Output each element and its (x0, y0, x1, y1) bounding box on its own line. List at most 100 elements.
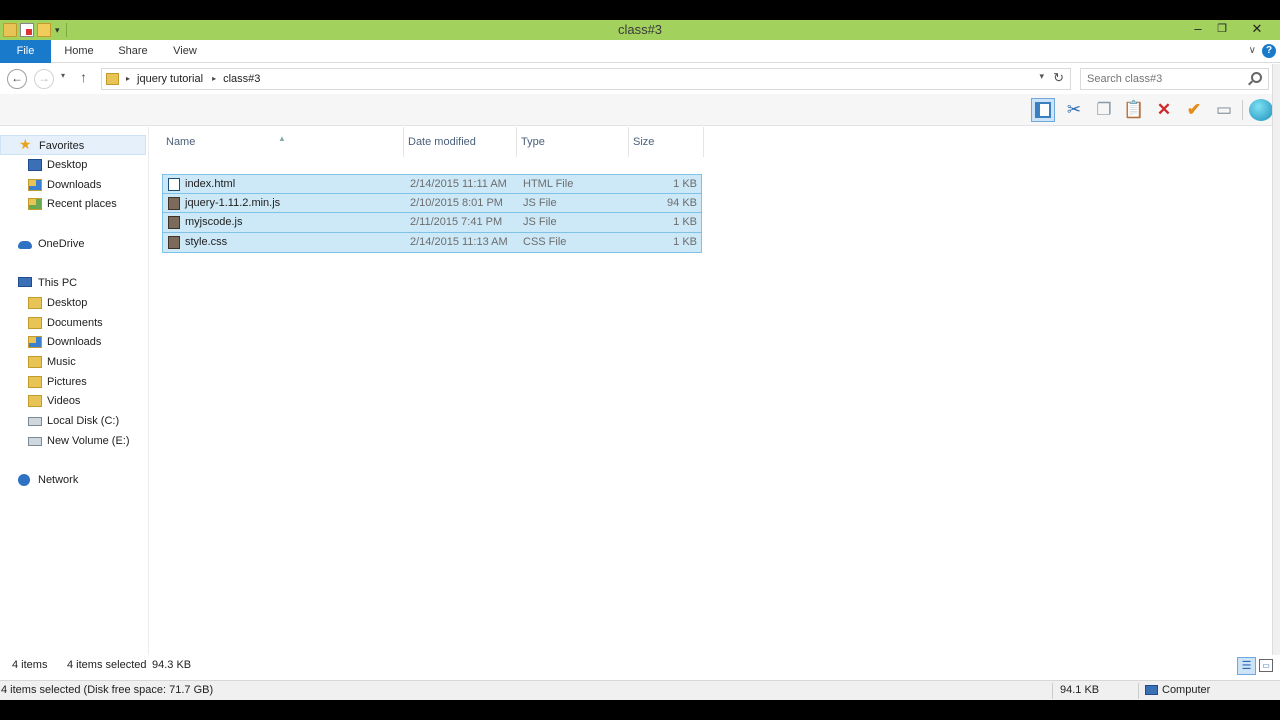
vertical-scrollbar[interactable] (1272, 64, 1280, 666)
music-folder-icon (28, 356, 42, 368)
location-zone: Computer (1162, 684, 1211, 696)
expand-ribbon-icon[interactable]: ∨ (1249, 40, 1256, 62)
restore-button[interactable]: ❐ (1209, 20, 1235, 40)
window-title: class#3 (617, 22, 663, 37)
selected-count: 4 items selected (67, 659, 147, 671)
up-button[interactable]: ↑ (80, 69, 87, 85)
desktop-icon (28, 159, 42, 171)
table-row[interactable]: jquery-1.11.2.min.js 2/10/2015 8:01 PM J… (162, 193, 702, 214)
tab-view[interactable]: View (159, 40, 211, 63)
videos-folder-icon (28, 395, 42, 407)
recent-places-icon (28, 198, 42, 210)
file-type: JS File (523, 196, 557, 209)
quick-toolbar: ✂ ❐ 📋 ✕ ✔ ▭ (0, 94, 1280, 126)
ribbon-tabs: File Home Share View ∨ ? (0, 40, 1280, 63)
table-row[interactable]: myjscode.js 2/11/2015 7:41 PM JS File 1 … (162, 213, 702, 234)
search-input[interactable] (1087, 71, 1237, 87)
sidebar-item-label: Downloads (47, 179, 102, 191)
disk-free-status: 4 items selected (Disk free space: 71.7 … (1, 684, 214, 696)
details-view-icon[interactable]: ☰ (1237, 657, 1256, 675)
file-date: 2/10/2015 8:01 PM (410, 196, 503, 209)
large-icons-view-icon[interactable]: ▭ (1259, 659, 1273, 672)
sidebar-item-label: Documents (47, 317, 103, 329)
column-header-name[interactable]: Name ▲ (162, 127, 404, 157)
breadcrumb: ▸ jquery tutorial ▸ class#3 (124, 69, 260, 89)
file-type: CSS File (523, 236, 567, 249)
rename-icon[interactable]: ▭ (1212, 98, 1236, 122)
title-bar: ▾ class#3 – ❐ ✕ (0, 20, 1280, 40)
toolbar-divider (1242, 100, 1243, 120)
chevron-right-icon[interactable]: ▸ (212, 69, 216, 89)
folder-icon (106, 73, 119, 85)
file-size: 1 KB (673, 236, 697, 249)
sidebar-item-label: Recent places (47, 198, 117, 210)
column-header-type[interactable]: Type (517, 127, 629, 157)
selection-size: 94.1 KB (1060, 684, 1100, 696)
recent-locations-button[interactable]: ▾ (61, 71, 65, 80)
search-box[interactable] (1080, 68, 1269, 90)
paste-icon[interactable]: 📋 (1122, 98, 1146, 122)
close-button[interactable]: ✕ (1244, 20, 1270, 40)
column-label: Name (166, 136, 196, 148)
file-size: 94 KB (667, 196, 697, 209)
sidebar-item-label: Desktop (47, 159, 88, 171)
checkmark-icon[interactable]: ✔ (1182, 98, 1206, 122)
forward-button[interactable]: → (34, 69, 54, 89)
sidebar-item-label: OneDrive (38, 238, 85, 250)
explorer-window: ▾ class#3 – ❐ ✕ File Home Share View ∨ ?… (0, 20, 1280, 700)
minimize-button[interactable]: – (1185, 20, 1211, 40)
file-size: 1 KB (673, 216, 697, 229)
file-type: HTML File (523, 178, 574, 190)
downloads-folder-icon (28, 336, 42, 348)
sidebar-item-label: Local Disk (C:) (47, 415, 120, 427)
drive-icon (28, 437, 42, 446)
tab-home[interactable]: Home (51, 40, 107, 63)
downloads-folder-icon (28, 179, 42, 191)
file-name: myjscode.js (185, 216, 243, 229)
computer-icon (18, 277, 32, 287)
js-file-icon (168, 196, 180, 210)
file-date: 2/11/2015 7:41 PM (410, 216, 503, 229)
sidebar-item-label: Network (38, 474, 79, 486)
delete-icon[interactable]: ✕ (1152, 98, 1176, 122)
tab-share[interactable]: Share (107, 40, 159, 63)
network-icon (18, 474, 30, 486)
sidebar-item-label: Favorites (39, 140, 85, 152)
sidebar-item-favorites[interactable]: ★ Favorites (0, 135, 146, 155)
copy-icon[interactable]: ❐ (1092, 98, 1116, 122)
star-icon: ★ (19, 136, 32, 152)
desktop-folder-icon (28, 297, 42, 309)
search-icon[interactable] (1251, 72, 1262, 83)
file-date: 2/14/2015 11:11 AM (410, 178, 507, 190)
classic-status-bar: 4 items selected (Disk free space: 71.7 … (0, 680, 1280, 700)
address-bar[interactable]: ▸ jquery tutorial ▸ class#3 ▾ ↻ (101, 68, 1071, 90)
file-name: style.css (185, 236, 228, 249)
file-date: 2/14/2015 11:13 AM (410, 236, 508, 249)
html-file-icon (168, 178, 180, 191)
selected-size: 94.3 KB (152, 659, 192, 671)
cloud-icon (18, 241, 32, 249)
globe-icon[interactable] (1249, 99, 1273, 121)
back-button[interactable]: ← (7, 69, 27, 89)
column-header-date[interactable]: Date modified (404, 127, 517, 157)
tab-file[interactable]: File (0, 40, 51, 63)
table-row[interactable]: style.css 2/14/2015 11:13 AM CSS File 1 … (162, 233, 702, 253)
column-headers: Name ▲ Date modified Type Size (162, 127, 704, 157)
cut-icon[interactable]: ✂ (1062, 98, 1086, 122)
breadcrumb-jquery-tutorial[interactable]: jquery tutorial (137, 69, 203, 89)
documents-folder-icon (28, 317, 42, 329)
file-list-pane: Name ▲ Date modified Type Size index.htm… (150, 127, 1272, 665)
table-row[interactable]: index.html 2/14/2015 11:11 AM HTML File … (162, 174, 702, 194)
refresh-icon[interactable]: ↻ (1053, 70, 1064, 86)
computer-icon (1145, 685, 1158, 695)
preview-pane-icon[interactable] (1031, 98, 1055, 122)
breadcrumb-class3[interactable]: class#3 (223, 69, 260, 89)
help-icon[interactable]: ? (1262, 44, 1276, 58)
sidebar-item-label: Pictures (47, 376, 87, 388)
sort-ascending-icon: ▲ (278, 134, 286, 143)
chevron-right-icon[interactable]: ▸ (126, 69, 130, 89)
navigation-bar: ← → ▾ ↑ ▸ jquery tutorial ▸ class#3 ▾ ↻ (0, 64, 1280, 94)
status-divider (1052, 683, 1053, 699)
column-header-size[interactable]: Size (629, 127, 704, 157)
address-history-dropdown[interactable]: ▾ (1039, 71, 1044, 82)
